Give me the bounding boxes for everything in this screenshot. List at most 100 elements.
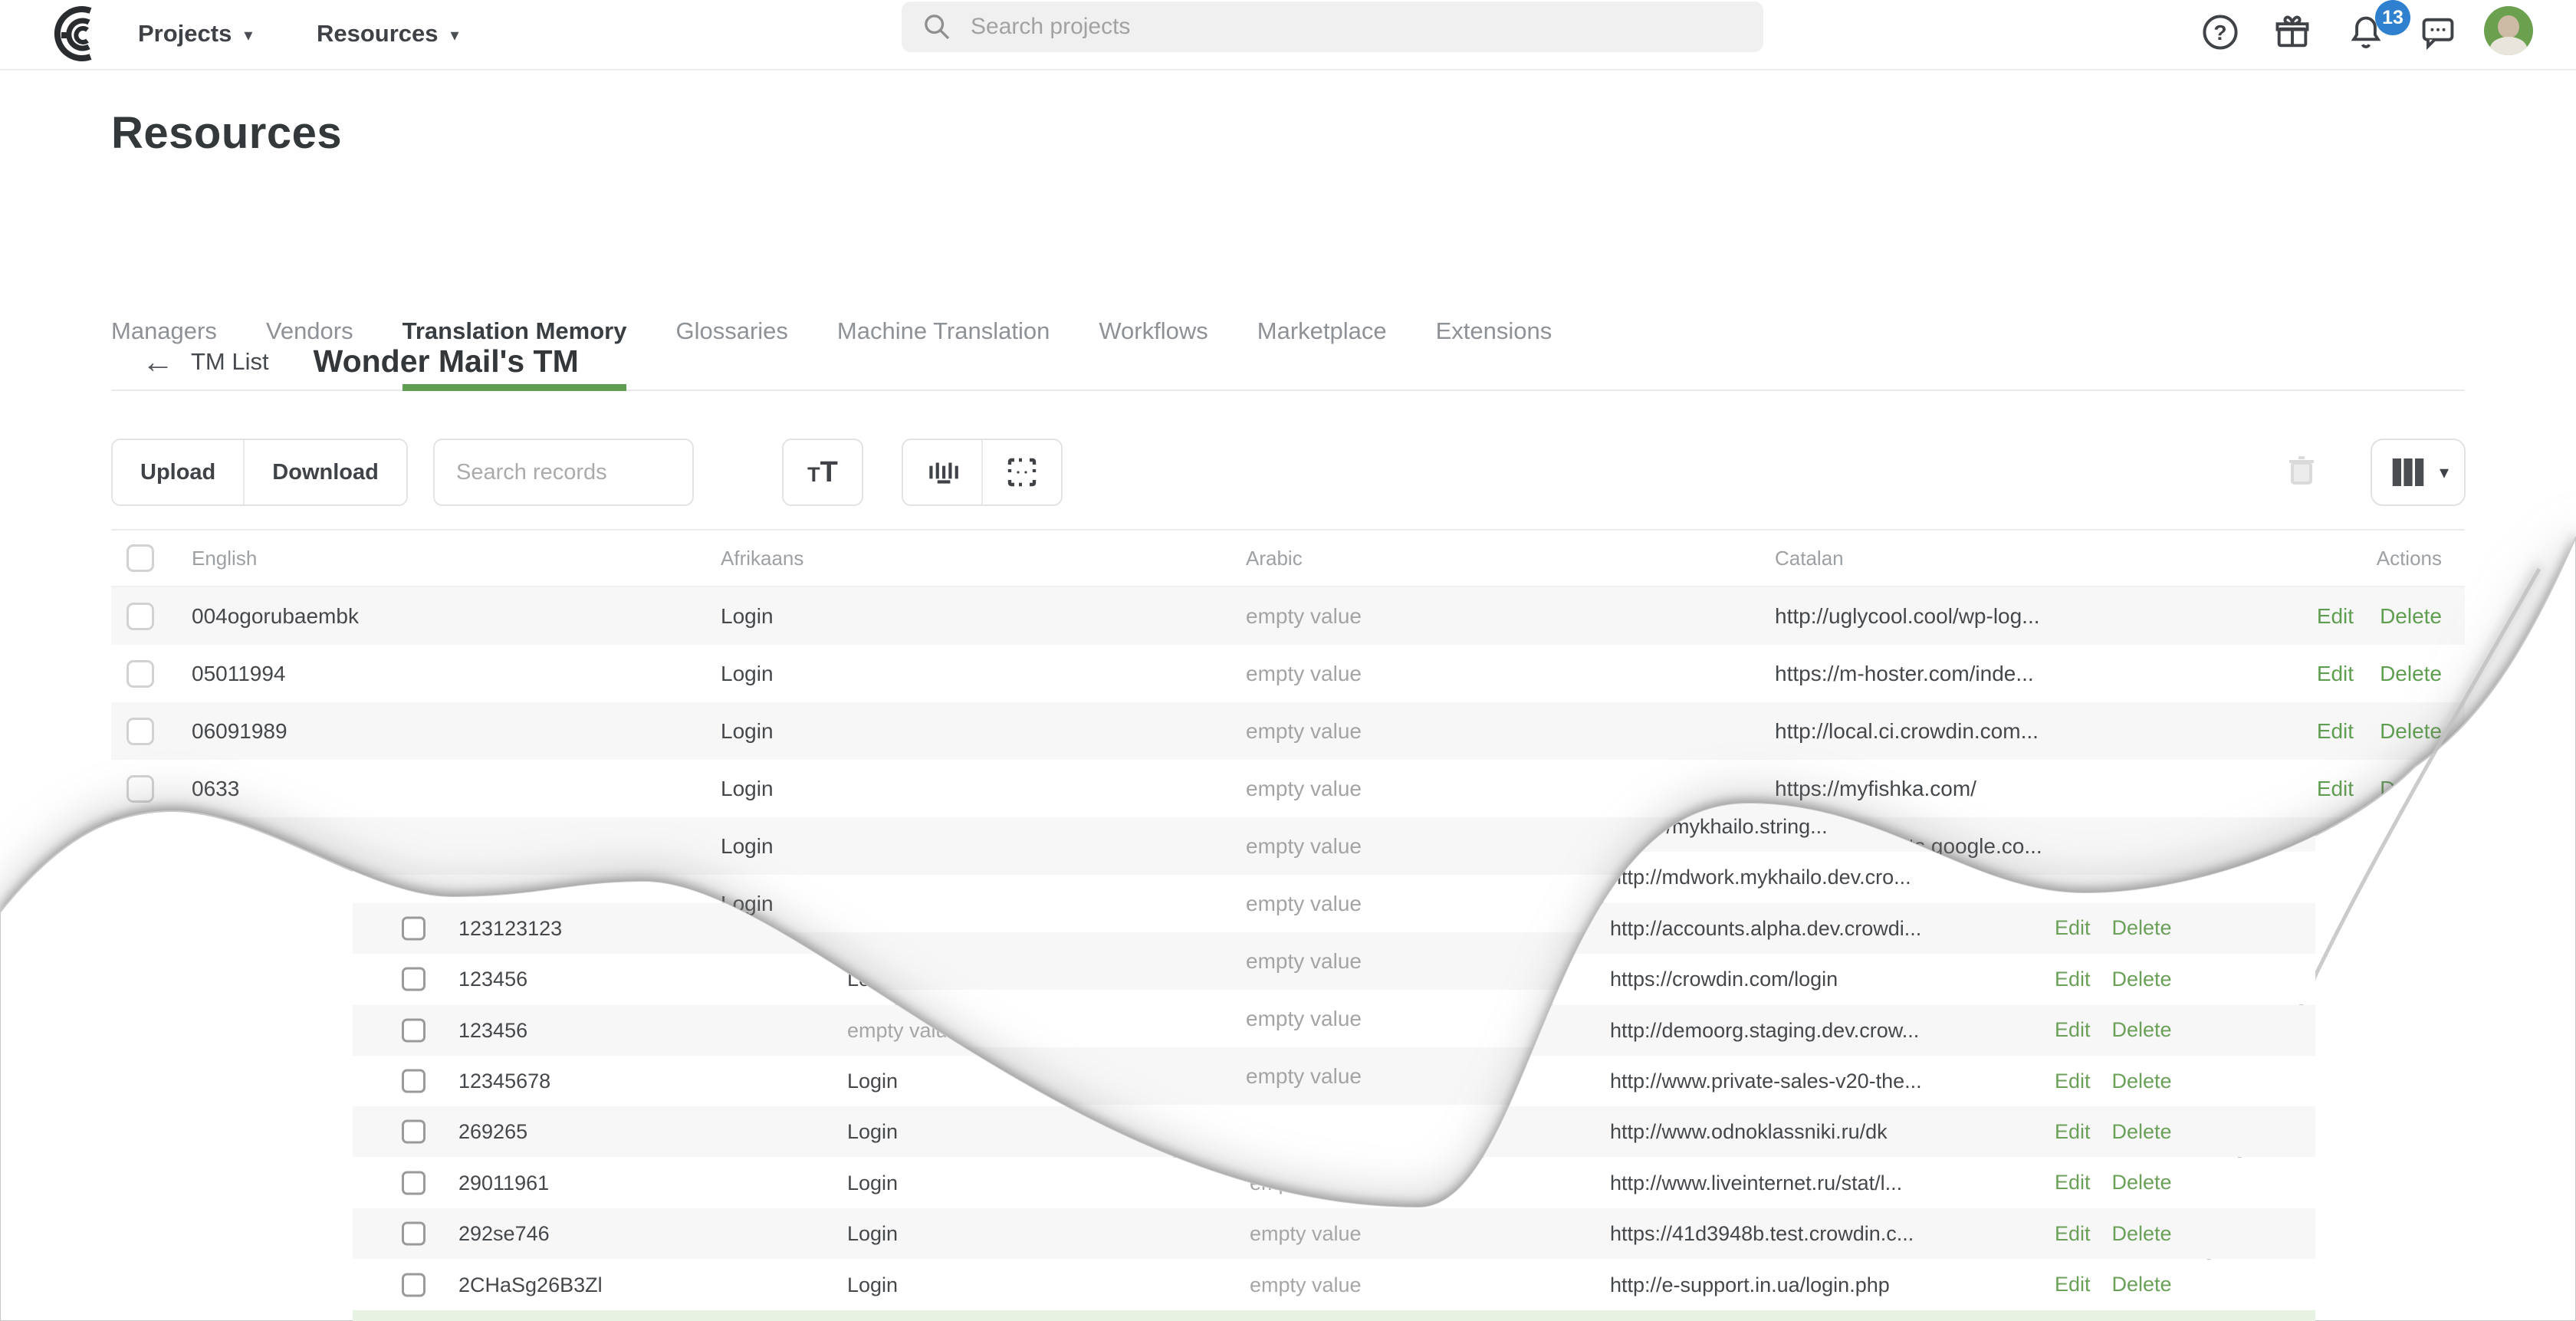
row-actions: Edit Delete	[2055, 1106, 2172, 1157]
row-checkbox[interactable]	[127, 659, 154, 688]
nav-projects-label: Projects	[138, 20, 232, 47]
back-arrow-icon[interactable]: ←	[142, 345, 174, 378]
cell-afrikaans: Login	[847, 1273, 899, 1296]
columns-visibility-dropdown[interactable]: ▾	[2371, 439, 2466, 506]
download-button[interactable]: Download	[243, 440, 406, 504]
tm-list-back-link[interactable]: TM List	[191, 348, 269, 376]
app-logo-icon[interactable]	[43, 2, 110, 73]
bulk-delete-trash-icon[interactable]	[2283, 452, 2320, 493]
row-actions: Edit Delete	[2055, 1056, 2172, 1106]
row-checkbox[interactable]	[127, 774, 154, 803]
tab-workflows[interactable]: Workflows	[1099, 305, 1208, 389]
row-checkbox[interactable]	[402, 916, 426, 940]
table-row: 29011961 Login empty value http://www.livei…	[0, 1158, 2576, 1208]
select-all-checkbox[interactable]	[127, 544, 154, 572]
tab-marketplace[interactable]: Marketplace	[1257, 305, 1387, 389]
search-records-input[interactable]	[433, 439, 694, 506]
cell-arabic: empty value	[1250, 1222, 1362, 1246]
text-case-icon[interactable]: TT	[784, 440, 862, 504]
cell-arabic: empty value	[1250, 1171, 1362, 1194]
nav-resources-label: Resources	[317, 20, 439, 47]
edit-link[interactable]: Edit	[2055, 1171, 2091, 1194]
delete-link[interactable]: Delete	[2112, 1070, 2172, 1093]
row-checkbox[interactable]	[402, 1273, 426, 1296]
cell-afrikaans: Login	[721, 662, 774, 685]
edit-link[interactable]: Edit	[2055, 916, 2091, 940]
delete-link[interactable]: Delete	[2112, 1222, 2172, 1246]
cell-catalan: http://uglycool.cool/wp-log...	[1775, 604, 2040, 628]
tab-glossaries[interactable]: Glossaries	[675, 305, 787, 389]
cell-arabic: empty value	[1246, 892, 1362, 915]
cell-arabic: empty value	[1246, 834, 1362, 858]
row-checkbox[interactable]	[402, 968, 426, 991]
edit-link[interactable]: Edit	[2317, 777, 2354, 801]
cell-afrikaans: Login	[721, 604, 774, 628]
chevron-down-icon: ▾	[244, 25, 253, 44]
tm-toolbar: Upload Download TT	[0, 439, 2576, 508]
gift-icon[interactable]	[2271, 11, 2314, 54]
row-checkbox[interactable]	[402, 1120, 426, 1144]
cell-afrikaans: Login	[721, 777, 774, 800]
delete-link[interactable]: Delete	[2112, 1018, 2172, 1042]
cell-english: 05011994	[192, 662, 286, 685]
row-actions: Edit Delete	[2055, 1158, 2172, 1208]
cell-arabic: empty value	[1246, 777, 1362, 800]
delete-link[interactable]: Delete	[2112, 916, 2172, 940]
edit-link[interactable]: Edit	[2317, 604, 2354, 629]
tab-extensions[interactable]: Extensions	[1436, 305, 1552, 389]
row-checkbox[interactable]	[402, 1222, 426, 1246]
delete-link[interactable]: Delete	[2380, 719, 2442, 744]
delete-link[interactable]: Delete	[2112, 968, 2172, 991]
delete-link[interactable]: Delete	[2112, 1171, 2172, 1194]
edit-link[interactable]: Edit	[2317, 719, 2354, 744]
edit-link[interactable]: Edit	[2317, 662, 2354, 686]
row-checkbox[interactable]	[402, 1070, 426, 1093]
delete-link[interactable]: Delete	[2112, 1273, 2172, 1296]
chat-icon[interactable]	[2417, 11, 2459, 54]
edit-link[interactable]: Edit	[2055, 968, 2091, 991]
delete-link[interactable]: Delete	[2380, 662, 2442, 686]
whitespace-marks-icon[interactable]	[903, 440, 981, 504]
table-row: 2CHaSg26B3Zl Login empty value http://e-sup…	[0, 1260, 2576, 1310]
edit-link[interactable]: Edit	[2055, 1120, 2091, 1144]
row-checkbox[interactable]	[402, 1018, 426, 1042]
cell-arabic: empty value	[1246, 1007, 1362, 1030]
cell-catalan: http://e-support.in.ua/login.php	[1610, 1273, 1890, 1296]
edit-link[interactable]: Edit	[2055, 1070, 2091, 1093]
delete-link[interactable]: Delete	[2112, 1120, 2172, 1144]
table-row: 004ogorubaembk Login empty value http://ugl…	[0, 587, 2576, 645]
edit-link[interactable]: Edit	[2055, 1273, 2091, 1296]
chevron-down-icon: ▾	[450, 25, 459, 44]
row-checkbox[interactable]	[127, 602, 154, 630]
row-actions: Edit Delete	[2055, 903, 2172, 954]
table-row: 0633 Login empty value https://myfishka.com…	[0, 760, 2576, 817]
row-actions: Edit Delete	[2317, 702, 2442, 760]
selection-frame-icon[interactable]	[981, 440, 1061, 504]
row-checkbox[interactable]	[402, 1171, 426, 1194]
row-actions: Edit Delete	[2317, 645, 2442, 702]
help-icon[interactable]: ?	[2199, 11, 2242, 54]
row-checkbox[interactable]	[127, 717, 154, 745]
cell-catalan: http://local.ci.crowdin.com...	[1775, 719, 2039, 743]
cell-english: 29011961	[458, 1171, 550, 1194]
nav-projects-menu[interactable]: Projects ▾	[138, 0, 252, 67]
search-projects-input[interactable]	[969, 13, 1662, 41]
tab-machine-translation[interactable]: Machine Translation	[837, 305, 1050, 389]
upload-download-group: Upload Download	[111, 439, 408, 506]
delete-link[interactable]: Delete	[2380, 604, 2442, 629]
nav-resources-menu[interactable]: Resources ▾	[317, 0, 459, 67]
top-navbar: Projects ▾ Resources ▾ ? 13	[0, 0, 2576, 71]
cell-afrikaans: Login	[721, 834, 774, 858]
cell-afrikaans: Login	[847, 1120, 899, 1144]
text-case-toggle-group: TT	[782, 439, 863, 506]
chevron-down-icon: ▾	[2439, 462, 2450, 483]
cell-catalan: https://m-hoster.com/inde...	[1775, 662, 2034, 685]
user-avatar[interactable]	[2484, 6, 2533, 55]
table-row: 05011994 Login empty value https://m-hoster…	[0, 645, 2576, 702]
cell-english: 12345678	[458, 1070, 551, 1093]
upload-button[interactable]: Upload	[113, 440, 244, 504]
edit-link[interactable]: Edit	[2055, 1222, 2091, 1246]
cell-afrikaans: Login	[847, 1222, 899, 1246]
table-row: 292se746 Login empty value https://41d3948b…	[0, 1208, 2576, 1259]
edit-link[interactable]: Edit	[2055, 1018, 2091, 1042]
